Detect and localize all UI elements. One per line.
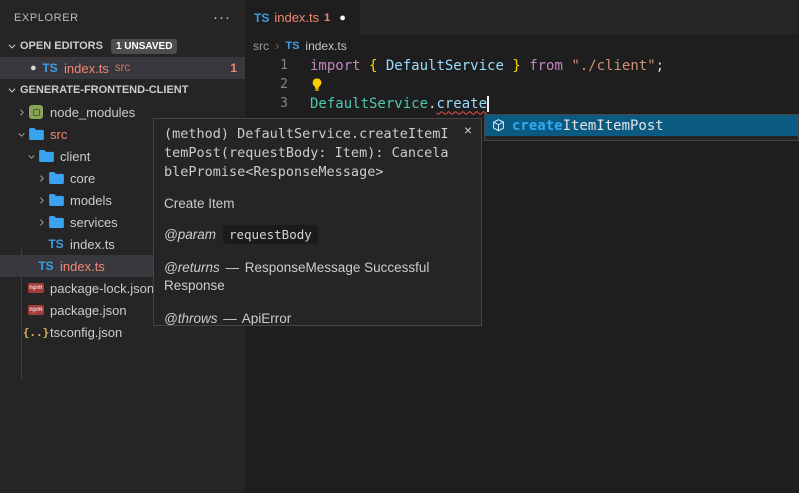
tab-filename: index.ts [274,10,319,25]
tab-error-count: 1 [324,12,330,24]
doc-param-row: @param requestBody [164,226,471,244]
param-tag: @param [164,227,216,242]
tree-item-label: package-lock.json [50,281,154,296]
breadcrumb-file[interactable]: index.ts [305,39,346,53]
tree-item-label: package.json [50,303,127,318]
tree-item-label: services [70,215,118,230]
chevron-down-icon [4,85,20,95]
ts-file-icon: TS [254,11,269,25]
npm-icon: npm [28,283,44,293]
token-typed-text: create [436,96,487,112]
chevron-down-icon [4,41,20,51]
token-import: import [310,58,361,74]
param-name-badge: requestBody [223,225,318,244]
doc-throws-row: @throws — ApiError [164,310,471,326]
indent-guide [21,247,22,379]
tree-item-label: src [50,127,67,142]
close-icon[interactable]: × [464,124,472,136]
code-line-2[interactable]: 2 [245,75,799,94]
doc-returns-row: @returns — ResponseMessage Successful Re… [164,259,476,295]
dash: — [223,311,237,326]
token-module-string: "./client" [563,58,656,74]
tree-item-label: node_modules [50,105,135,120]
tree-item-label: tsconfig.json [50,325,122,340]
open-editor-path: src [115,62,231,74]
folder-icon [28,128,44,140]
hover-tooltip: × (method) DefaultService.createItemI te… [153,118,482,326]
chevron-right-icon [34,195,48,206]
lightbulb-icon[interactable] [288,77,324,92]
vscode-window: EXPLORER ··· OPEN EDITORS 1 UNSAVED ● TS… [0,0,799,493]
code-line-1[interactable]: 1 import { DefaultService } from "./clie… [245,56,799,75]
ts-file-icon: TS [285,40,299,52]
suggest-match-text: create [512,118,563,134]
tab-bar: TS index.ts 1 ● [245,0,799,35]
ts-file-icon: TS [42,61,58,75]
package-icon [28,105,44,119]
tab-index-ts[interactable]: TS index.ts 1 ● [245,0,360,35]
explorer-header: EXPLORER ··· [0,0,245,35]
open-editor-item[interactable]: ● TS index.ts src 1 [0,57,245,79]
tree-item-label: client [60,149,90,164]
explorer-more-icon[interactable]: ··· [213,13,231,23]
suggest-rest-text: ItemItemPost [563,118,664,134]
code-area[interactable]: 1 import { DefaultService } from "./clie… [245,56,799,113]
signature-line: temPost(requestBody: Item): Cancela [164,144,471,163]
line-number: 3 [245,96,288,111]
tree-item-label: core [70,171,95,186]
breadcrumb-separator-icon: › [275,38,279,53]
token-dot: . [428,96,436,112]
breadcrumb[interactable]: src › TS index.ts [245,35,799,56]
tab-modified-dot-icon[interactable]: ● [339,12,346,24]
returns-tag: @returns [164,260,220,275]
workspace-header[interactable]: GENERATE-FRONTEND-CLIENT [0,79,245,101]
folder-icon [48,194,64,206]
tree-item-label: index.ts [70,237,115,252]
braces-icon: {..} [28,326,44,339]
signature-line: blePromise<ResponseMessage> [164,163,471,182]
suggest-widget: createItemItemPost [484,114,799,141]
ts-file-icon: TS [48,237,64,251]
error-count-badge: 1 [230,61,237,75]
doc-summary: Create Item [164,196,471,211]
token-semicolon: ; [656,58,664,74]
folder-icon [48,216,64,228]
npm-icon: npm [28,305,44,315]
explorer-title: EXPLORER [14,12,213,24]
chevron-down-icon [14,130,28,139]
open-editor-filename: index.ts [64,61,109,76]
throws-tag: @throws [164,311,217,326]
suggest-item-createItemItemPost[interactable]: createItemItemPost [485,115,798,136]
token-from: from [529,58,563,74]
open-editors-header[interactable]: OPEN EDITORS 1 UNSAVED [0,35,245,57]
tree-item-label: models [70,193,112,208]
throws-text: ApiError [242,311,292,326]
open-editors-label: OPEN EDITORS [20,40,103,52]
line-number: 2 [245,77,288,92]
token-object-name: DefaultService [310,96,428,112]
chevron-right-icon [14,107,28,118]
folder-icon [38,150,54,162]
method-cube-icon [491,118,507,134]
token-brace-open: { [361,58,386,74]
tree-item-label: index.ts [60,259,105,274]
modified-dot-icon: ● [30,62,37,74]
code-line-3[interactable]: 3 DefaultService.create [245,94,799,113]
token-import-name: DefaultService [386,58,504,74]
dash: — [226,260,240,275]
chevron-right-icon [34,173,48,184]
chevron-right-icon [34,217,48,228]
chevron-down-icon [24,152,38,161]
breadcrumb-folder[interactable]: src [253,39,269,53]
workspace-label: GENERATE-FRONTEND-CLIENT [20,84,188,96]
signature-line: (method) DefaultService.createItemI [164,125,471,144]
folder-icon [48,172,64,184]
ts-file-icon: TS [38,259,54,273]
token-brace-close: } [504,58,529,74]
unsaved-badge: 1 UNSAVED [111,39,178,54]
text-cursor [487,96,489,112]
line-number: 1 [245,58,288,73]
